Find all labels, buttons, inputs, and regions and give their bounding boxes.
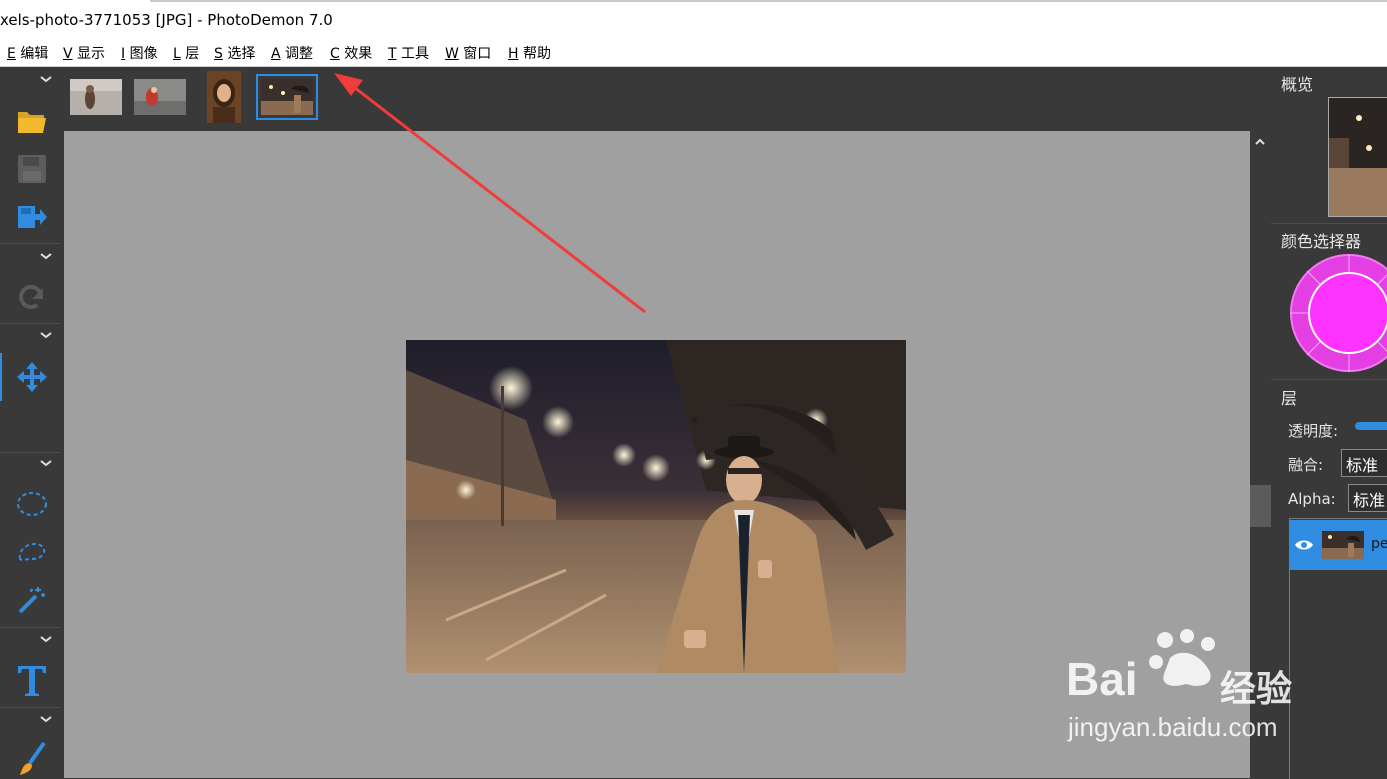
menu-edit[interactable]: E 编辑 — [7, 43, 48, 63]
menu-layer-key: L — [173, 46, 181, 62]
tool-separator — [0, 323, 60, 324]
opacity-slider[interactable] — [1355, 422, 1387, 430]
blend-label: 融合: — [1288, 456, 1324, 474]
menu-view-key: V — [63, 46, 73, 62]
menu-edit-key: E — [7, 46, 16, 62]
text-tool-icon[interactable] — [12, 661, 52, 701]
menu-tools-key: T — [388, 46, 397, 62]
title-bar: xels-photo-3771053 [JPG] - PhotoDemon 7.… — [0, 0, 1387, 40]
menu-effects[interactable]: C 效果 — [330, 43, 372, 63]
export-icon[interactable] — [12, 197, 52, 237]
ellipse-select-icon[interactable] — [12, 484, 52, 524]
title-bar-edge — [150, 0, 1387, 2]
open-folder-icon[interactable] — [12, 101, 52, 141]
scrollbar-thumb[interactable] — [1250, 485, 1271, 527]
collapse-chevron-icon[interactable] — [38, 73, 54, 85]
color-picker-title: 颜色选择器 — [1281, 232, 1362, 251]
panel-separator — [1271, 223, 1387, 224]
menu-effects-label: 效果 — [344, 46, 373, 62]
menu-view[interactable]: V 显示 — [63, 43, 105, 63]
collapse-chevron-icon[interactable] — [38, 329, 54, 341]
menu-select-label: 选择 — [227, 46, 256, 62]
menu-help-label: 帮助 — [522, 46, 551, 62]
scroll-up-icon[interactable] — [1254, 137, 1266, 147]
redo-icon[interactable] — [12, 277, 52, 317]
collapse-chevron-icon[interactable] — [38, 713, 54, 725]
color-wheel[interactable] — [1289, 253, 1387, 373]
toolbox — [0, 67, 64, 778]
tool-separator — [0, 707, 60, 708]
blend-mode-dropdown[interactable]: 标准 — [1341, 449, 1387, 477]
layer-name: pe — [1371, 536, 1387, 552]
menu-adjust-label: 调整 — [285, 46, 314, 62]
save-icon[interactable] — [12, 149, 52, 189]
eye-icon[interactable] — [1294, 538, 1314, 552]
overview-title: 概览 — [1281, 75, 1314, 94]
menu-image[interactable]: I 图像 — [121, 43, 158, 63]
opacity-label: 透明度: — [1288, 422, 1339, 440]
menu-select-key: S — [214, 46, 223, 62]
menu-layer-label: 层 — [185, 46, 200, 62]
menu-window-key: W — [445, 46, 459, 62]
menu-window-label: 窗口 — [463, 46, 492, 62]
menu-edit-label: 编辑 — [20, 46, 49, 62]
layer-row[interactable]: pe — [1290, 520, 1387, 570]
move-icon[interactable] — [12, 357, 52, 397]
magic-wand-icon[interactable] — [12, 580, 52, 620]
thumb-1[interactable] — [70, 79, 122, 115]
menu-adjust[interactable]: A 调整 — [271, 43, 313, 63]
thumb-3[interactable] — [207, 71, 241, 123]
active-tool-indicator — [0, 353, 2, 401]
thumb-4[interactable] — [256, 74, 318, 120]
panel-separator — [1271, 379, 1387, 380]
right-panel: 概览 颜色选择器 层 透明度: 融合: 标准 Alpha: 标准 pe — [1271, 67, 1387, 779]
image-tabs-strip — [64, 67, 1271, 131]
tool-separator — [0, 627, 60, 628]
layer-thumbnail — [1322, 531, 1364, 559]
menu-window[interactable]: W 窗口 — [445, 43, 491, 63]
layers-list: pe — [1289, 518, 1387, 779]
menu-select[interactable]: S 选择 — [214, 43, 255, 63]
alpha-label: Alpha: — [1288, 490, 1336, 508]
menu-bar: E 编辑 V 显示 I 图像 L 层 S 选择 A 调整 C 效果 T 工具 W… — [0, 40, 1387, 67]
menu-tools[interactable]: T 工具 — [388, 43, 429, 63]
paintbrush-icon[interactable] — [12, 739, 52, 779]
menu-effects-key: C — [330, 46, 340, 62]
collapse-chevron-icon[interactable] — [38, 633, 54, 645]
tool-separator — [0, 243, 60, 244]
overview-preview[interactable] — [1328, 97, 1387, 217]
collapse-chevron-icon[interactable] — [38, 457, 54, 469]
alpha-mode-dropdown[interactable]: 标准 — [1348, 484, 1387, 512]
collapse-chevron-icon[interactable] — [38, 250, 54, 262]
tool-separator — [0, 452, 60, 453]
thumb-2[interactable] — [134, 79, 186, 115]
menu-image-label: 图像 — [129, 46, 158, 62]
menu-tools-label: 工具 — [401, 46, 430, 62]
menu-view-label: 显示 — [77, 46, 106, 62]
canvas-image[interactable] — [406, 340, 906, 673]
window-title: xels-photo-3771053 [JPG] - PhotoDemon 7.… — [0, 11, 333, 29]
lasso-select-icon[interactable] — [12, 532, 52, 572]
layers-title: 层 — [1281, 389, 1298, 408]
menu-layer[interactable]: L 层 — [173, 43, 199, 63]
vertical-scrollbar[interactable] — [1250, 131, 1271, 778]
menu-help-key: H — [508, 46, 519, 62]
menu-adjust-key: A — [271, 46, 281, 62]
menu-help[interactable]: H 帮助 — [508, 43, 551, 63]
menu-image-key: I — [121, 46, 126, 62]
